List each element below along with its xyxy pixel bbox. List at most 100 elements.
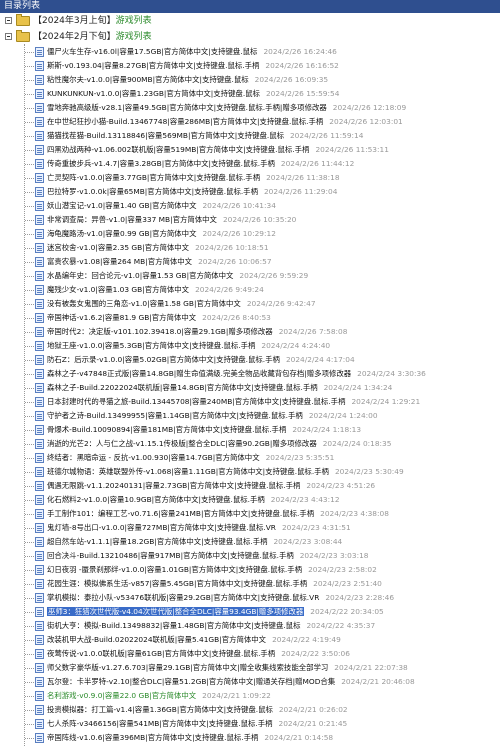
game-list-item[interactable]: 超自然车站-v1.1.1|容量18.2GB|官方简体中文|支持键盘.鼠标.手柄 2… — [0, 535, 500, 549]
game-entry: 富贵农暴-v1.08|容量264 MB|官方简体中文 2024/2/26 10:0… — [47, 255, 272, 269]
game-list-item[interactable]: 班德尔城物语：英雄联盟外传-v1.068|容量1.11GB|官方简体中文|支持键… — [0, 465, 500, 479]
game-date: 2024/2/24 1:34:24 — [323, 383, 393, 392]
game-list-item[interactable]: 僵尸火车生存-v16.0l|容量17.5GB|官方简体中文|支持键盘.鼠标 202… — [0, 45, 500, 59]
game-list-item[interactable]: 七人杀阵-v3466156|容量541MB|官方简体中文|支持键盘.鼠标.手柄 2… — [0, 717, 500, 731]
game-list-item[interactable]: 水晶编年史：回合论元-v1.0|容量1.53 GB|官方简体中文 2024/2/2… — [0, 269, 500, 283]
game-list-item[interactable]: 终结者：黑暗命运 - 反抗-v1.00.930|容量14.7GB|官方简体中文 2… — [0, 451, 500, 465]
game-list-item[interactable]: 森林之子-Build.22022024联机版|容量14.8GB|官方简体中文|支… — [0, 381, 500, 395]
game-list-item[interactable]: 富贵农暴-v1.08|容量264 MB|官方简体中文 2024/2/26 10:0… — [0, 255, 500, 269]
game-list-item[interactable]: 没有被轰女鬼围的三角恋-v1.0|容量1.58 GB|官方简体中文 2024/2/… — [0, 297, 500, 311]
game-list-item[interactable]: 守护者之诗-Build.13499955|容量1.14GB|官方简体中文|支持键… — [0, 409, 500, 423]
document-icon — [35, 677, 44, 687]
game-list-item[interactable]: 投资模拟器：打工篇-v1.4|容量1.36GB|官方简体中文|支持键盘.鼠标 20… — [0, 703, 500, 717]
tree-branch-line — [25, 458, 34, 459]
document-icon — [35, 383, 44, 393]
tree-branch-line — [25, 696, 34, 697]
game-list-item[interactable]: 消逝的光芒2：人与仁之战-v1.15.1传极版|整合全DLC|容量90.2GB|… — [0, 437, 500, 451]
game-list-item[interactable]: 帝国时代2：决定版-v101.102.39418.0|容量29.1GB|赠多项修… — [0, 325, 500, 339]
game-list-item[interactable]: 亡灵契阵-v1.0.0|容量3.77GB|官方简体中文|支持键盘.鼠标.手柄 20… — [0, 171, 500, 185]
game-entry: 街机大亨：模拟-Build.13498832|容量1.48GB|官方简体中文|支… — [47, 619, 375, 633]
game-date: 2024/2/21 20:46:08 — [341, 677, 415, 686]
game-list-item[interactable]: 偶遇无限跳-v1.1.20240131|容量2.73GB|官方简体中文|支持键盘… — [0, 479, 500, 493]
game-title: 巫师3：狂猎次世代版-v4.04次世代版|整合全DLC|容量93.4GB|赠多项… — [47, 607, 305, 616]
game-list-item[interactable]: 手工制作101：编程工艺-v0.71.6|容量241MB|官方简体中文|支持键盘… — [0, 507, 500, 521]
game-list-item[interactable]: 非常调查局：异兽-v1.0|容量337 MB|官方简体中文 2024/2/26 1… — [0, 213, 500, 227]
game-entry: 掌机模拟：泰拉小队-v53476联机版|容量29.2GB|官方简体中文|支持键盘… — [47, 591, 394, 605]
folder-2024-march-early[interactable]: 【2024年3月上旬】游戏列表 — [0, 13, 500, 29]
game-list-item[interactable]: 巴拉特罗-v1.0.0k|容量65MB|官方简体中文|支持键盘.鼠标.手柄 202… — [0, 185, 500, 199]
game-list-item[interactable]: 改装机甲大战-Build.02022024联机版|容量5.41GB|官方简体中文… — [0, 633, 500, 647]
tree-branch-line — [25, 332, 34, 333]
game-title: 雪地奔驰高级版-v28.1|容量49.5GB|官方简体中文|支持键盘.鼠标.手柄… — [47, 103, 327, 112]
game-list-item[interactable]: 花园生涯：模拟佛系生活-v857|容量5.45GB|官方简体中文|支持键盘.鼠标… — [0, 577, 500, 591]
game-date: 2024/2/22 4:19:49 — [272, 635, 341, 644]
game-entry: 非常调查局：异兽-v1.0|容量337 MB|官方简体中文 2024/2/26 1… — [47, 213, 296, 227]
game-list-item[interactable]: 四黑劝战两种-v1.06.002联机版|容量519MB|官方简体中文|支持键盘.… — [0, 143, 500, 157]
game-date: 2024/2/26 10:18:51 — [195, 243, 269, 252]
tree-branch-line — [25, 374, 34, 375]
document-icon — [35, 61, 44, 71]
game-list-item[interactable]: 巫师3：狂猎次世代版-v4.04次世代版|整合全DLC|容量93.4GB|赠多项… — [0, 605, 500, 619]
game-date: 2024/2/26 11:59:14 — [289, 131, 364, 140]
collapse-toggle-icon[interactable] — [5, 17, 12, 24]
game-list-item[interactable]: 魔残少女-v1.0|容量1.03 GB|官方简体中文 2024/2/26 9:49… — [0, 283, 500, 297]
game-list-item[interactable]: 鬼灯墙-8号出口-v1.0.0|容量727MB|官方简体中文|支持键盘.鼠标.V… — [0, 521, 500, 535]
game-list-item[interactable]: 传奇重披步兵-v1.4.7|容量3.28GB|官方简体中文|支持键盘.鼠标.手柄… — [0, 157, 500, 171]
game-list-item[interactable]: 帝国神话-v1.6.2|容量81.9 GB|官方简体中文 2024/2/26 8:… — [0, 311, 500, 325]
game-list-item[interactable]: 粘性魔尔夫-v1.0.0|容量900MB|官方简体中文|支持键盘.鼠标 2024/… — [0, 73, 500, 87]
game-title: 鬼灯墙-8号出口-v1.0.0|容量727MB|官方简体中文|支持键盘.鼠标.V… — [47, 523, 276, 532]
game-date: 2024/2/24 1:24:00 — [308, 411, 378, 420]
game-date: 2024/2/23 5:35:51 — [265, 453, 335, 462]
game-list-item[interactable]: 地狱王座-v1.0.0|容量5.3GB|官方简体中文|支持键盘.鼠标.手柄 202… — [0, 339, 500, 353]
game-list-item[interactable]: 帝国阵线-v1.0.6|容量396MB|官方简体中文|支持键盘.鼠标.手柄 202… — [0, 731, 500, 745]
game-list-item[interactable]: 骨爆术-Build.10090894|容量181MB|官方简体中文|支持键盘.鼠… — [0, 423, 500, 437]
game-date: 2024/2/26 11:44:12 — [280, 159, 355, 168]
game-list-item[interactable]: 瓦尔登：卡半罗特-v2.10|整合DLC|容量51.2GB|官方简体中文|赠通关… — [0, 675, 500, 689]
game-date: 2024/2/23 2:51:40 — [313, 579, 382, 588]
game-list-item[interactable]: 防石Z：后示录-v1.0.0|容量5.02GB|官方简体中文|支持键盘.鼠标.手… — [0, 353, 500, 367]
game-list-item[interactable]: 幻日夜羽 -蜃景刹那绊-v1.0.0|容量1.01GB|官方简体中文|支持键盘.… — [0, 563, 500, 577]
game-list-item[interactable]: 日本封建时代的寻猫之旅-Build.13445708|容量240MB|官方简体中… — [0, 395, 500, 409]
game-list-item[interactable]: 在中世纪狂抄小猫-Build.13467748|容量286MB|官方简体中文|支… — [0, 115, 500, 129]
game-title: 花园生涯：模拟佛系生活-v857|容量5.45GB|官方简体中文|支持键盘.鼠标… — [47, 579, 308, 588]
game-list-item[interactable]: 斯斯-v0.193.04|容量8.27GB|官方简体中文|支持键盘.鼠标.手柄 2… — [0, 59, 500, 73]
game-title: 巴拉特罗-v1.0.0k|容量65MB|官方简体中文|支持键盘.鼠标.手柄 — [47, 187, 258, 196]
game-list-item[interactable]: 街机大亨：模拟-Build.13498832|容量1.48GB|官方简体中文|支… — [0, 619, 500, 633]
game-title: 防石Z：后示录-v1.0.0|容量5.02GB|官方简体中文|支持键盘.鼠标.手… — [47, 355, 280, 364]
folder-suffix: 游戏列表 — [115, 32, 152, 42]
tree-branch-line — [25, 52, 34, 53]
game-title: 掌机模拟：泰拉小队-v53476联机版|容量29.2GB|官方简体中文|支持键盘… — [47, 593, 320, 602]
game-list-item[interactable]: 森林之子-v47848正式版|容量14.8GB|赠生命值满级.完美全物品收藏背包… — [0, 367, 500, 381]
game-list-item[interactable]: 师父数字豪华版-v1.27.6.703|容量29.1GB|官方简体中文|赠全收集… — [0, 661, 500, 675]
game-entry: 名利游戏-v0.9.0|容量22.0 GB|官方简体中文 2024/2/21 1:… — [47, 689, 271, 703]
game-list-item[interactable]: 雪地奔驰高级版-v28.1|容量49.5GB|官方简体中文|支持键盘.鼠标.手柄… — [0, 101, 500, 115]
game-date: 2024/2/26 16:24:46 — [263, 47, 337, 56]
game-list-item[interactable]: 猫猫找茬猫-Build.13118846|容量569MB|官方简体中文|支持键盘… — [0, 129, 500, 143]
collapse-toggle-icon[interactable] — [5, 33, 12, 40]
game-list-item[interactable]: 掌机模拟：泰拉小队-v53476联机版|容量29.2GB|官方简体中文|支持键盘… — [0, 591, 500, 605]
game-list-item[interactable]: KUNKUNKUN-v1.0.0|容量1.23GB|官方简体中文|支持键盘.鼠标… — [0, 87, 500, 101]
game-date: 2024/2/26 11:53:11 — [315, 145, 389, 154]
tree-branch-line — [25, 178, 34, 179]
game-title: 改装机甲大战-Build.02022024联机版|容量5.41GB|官方简体中文 — [47, 635, 267, 644]
game-title: 终结者：黑暗命运 - 反抗-v1.00.930|容量14.7GB|官方简体中文 — [47, 453, 260, 462]
game-list-item[interactable]: 妖山潜宝记-v1.0|容量1.40 GB|官方简体中文 2024/2/26 10:… — [0, 199, 500, 213]
game-title: 街机大亨：模拟-Build.13498832|容量1.48GB|官方简体中文|支… — [47, 621, 301, 630]
folder-2024-feb-late[interactable]: 【2024年2月下旬】游戏列表 — [0, 29, 500, 45]
game-title: 斯斯-v0.193.04|容量8.27GB|官方简体中文|支持键盘.鼠标.手柄 — [47, 61, 260, 70]
tree-branch-line — [25, 164, 34, 165]
game-list-item[interactable]: 夜莺传说-v1.0.0联机版|容量61GB|官方简体中文|支持键盘.鼠标.手柄 2… — [0, 647, 500, 661]
document-icon — [35, 691, 44, 701]
game-list-item[interactable]: 回合决斗-Build.13210486|容量917MB|官方简体中文|支持键盘.… — [0, 549, 500, 563]
game-list-item[interactable]: 化石燃料2-v1.0.0|容量10.9GB|官方简体中文|支持键盘.鼠标.手柄 2… — [0, 493, 500, 507]
game-list-item[interactable]: 海龟魔路汤-v1.0|容量0.99 GB|官方简体中文 2024/2/26 10:… — [0, 227, 500, 241]
game-list-item[interactable]: 名利游戏-v0.9.0|容量22.0 GB|官方简体中文 2024/2/21 1:… — [0, 689, 500, 703]
game-title: 瓦尔登：卡半罗特-v2.10|整合DLC|容量51.2GB|官方简体中文|赠通关… — [47, 677, 336, 686]
game-entry: 偶遇无限跳-v1.1.20240131|容量2.73GB|官方简体中文|支持键盘… — [47, 479, 375, 493]
game-entry: 雪地奔驰高级版-v28.1|容量49.5GB|官方简体中文|支持键盘.鼠标.手柄… — [47, 101, 406, 115]
game-date: 2024/2/23 4:51:26 — [306, 481, 376, 490]
game-date: 2024/2/22 4:35:37 — [306, 621, 376, 630]
game-date: 2024/2/23 3:08:44 — [273, 537, 343, 546]
tree-branch-line — [25, 584, 34, 585]
game-list-item[interactable]: 迷宫校舍-v1.0|容量2.35 GB|官方简体中文 2024/2/26 10:1… — [0, 241, 500, 255]
